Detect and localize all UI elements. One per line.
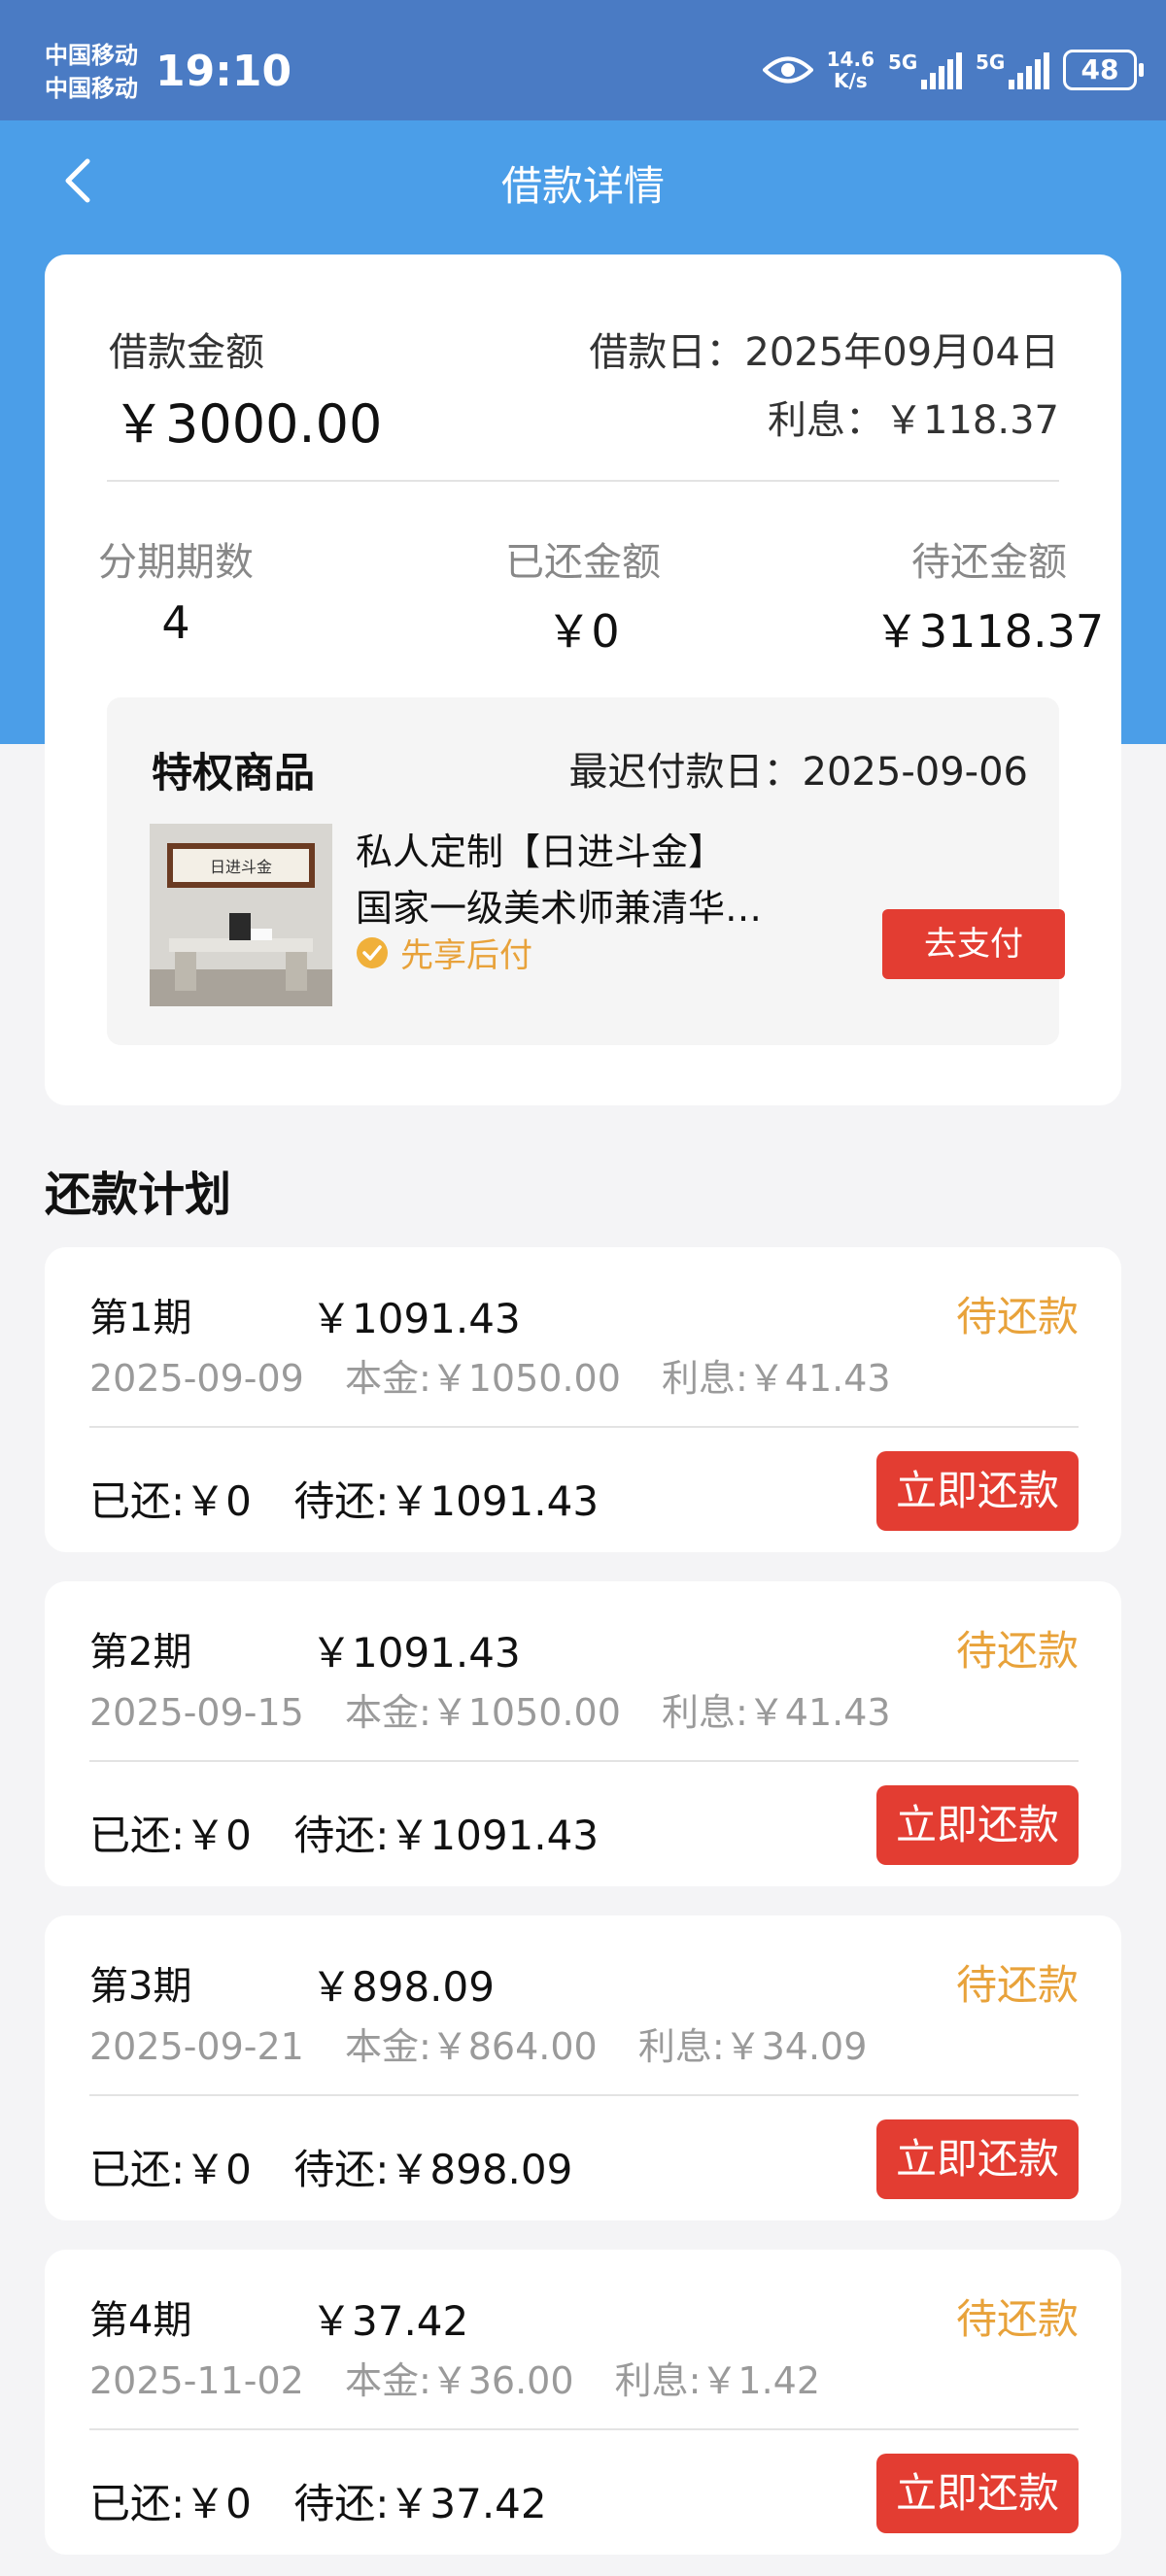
verified-check-icon — [357, 936, 388, 968]
installments-label: 分期期数 — [98, 540, 254, 585]
installment-details: 2025-09-15 本金:￥1050.00 利息:￥41.43 — [89, 1682, 920, 1736]
paid-amount: 已还:￥0 — [89, 2480, 252, 2527]
loan-date: 借款日：2025年09月04日 — [589, 330, 1059, 375]
status-bar: 中国移动 中国移动 19:10 14.6 K/s 5G 5G 48 — [0, 0, 1166, 120]
card-divider — [89, 2428, 1079, 2430]
nav-bar: 借款详情 — [0, 120, 1166, 241]
interest: 利息:￥34.09 — [637, 2025, 868, 2068]
pay-button[interactable]: 去支付 — [882, 909, 1065, 979]
payment-deadline: 最迟付款日：2025-09-06 — [568, 750, 1028, 795]
installments-value: 4 — [161, 596, 190, 649]
installment-amount: ￥1091.43 — [311, 1629, 521, 1677]
signal-1-icon: 5G — [888, 51, 962, 89]
product-name-line-1: 私人定制【日进斗金】 — [356, 830, 726, 873]
principal: 本金:￥36.00 — [344, 2359, 574, 2402]
due-date: 2025-09-09 — [89, 1357, 304, 1400]
due-date: 2025-11-02 — [89, 2359, 304, 2402]
repayment-progress: 已还:￥0 待还:￥898.09 — [89, 2137, 601, 2196]
repay-now-button[interactable]: 立即还款 — [876, 1451, 1079, 1531]
page-title: 借款详情 — [500, 162, 665, 210]
card-divider — [89, 1426, 1079, 1428]
summary-divider — [107, 480, 1059, 482]
battery-icon: 48 — [1063, 50, 1144, 90]
principal: 本金:￥864.00 — [344, 2025, 598, 2068]
product-image-caption: 日进斗金 — [210, 858, 272, 876]
pending-amount: 待还:￥1091.43 — [293, 1477, 600, 1525]
pending-label: 待还金额 — [911, 540, 1067, 585]
product-image[interactable]: 日进斗金 — [150, 824, 332, 1006]
installment-card-1: 第1期 ￥1091.43 待还款 2025-09-09 本金:￥1050.00 … — [45, 1247, 1121, 1552]
clock: 19:10 — [155, 47, 292, 96]
network-speed: 14.6 K/s — [826, 48, 874, 92]
card-divider — [89, 1760, 1079, 1762]
repay-now-button[interactable]: 立即还款 — [876, 2454, 1079, 2533]
installment-details: 2025-09-21 本金:￥864.00 利息:￥34.09 — [89, 2017, 896, 2070]
interest: 利息:￥41.43 — [661, 1691, 891, 1734]
repayment-progress: 已还:￥0 待还:￥1091.43 — [89, 1469, 628, 1528]
installment-number: 第1期 — [89, 1296, 192, 1340]
pending-value: ￥3118.37 — [874, 605, 1105, 658]
status-badge: 待还款 — [955, 2295, 1079, 2343]
status-badge: 待还款 — [955, 1293, 1079, 1340]
installment-number: 第4期 — [89, 2298, 192, 2343]
repayment-progress: 已还:￥0 待还:￥37.42 — [89, 2471, 576, 2530]
signal-2-icon: 5G — [976, 51, 1049, 89]
carrier-1: 中国移动 — [45, 42, 138, 69]
paid-value: ￥0 — [546, 605, 620, 658]
status-icons: 14.6 K/s 5G 5G 48 — [762, 48, 1144, 92]
pending-amount: 待还:￥898.09 — [293, 2146, 573, 2193]
total-interest: 利息：￥118.37 — [768, 398, 1059, 443]
repayment-progress: 已还:￥0 待还:￥1091.43 — [89, 1803, 628, 1862]
loan-summary-card: 借款金额 ￥3000.00 借款日：2025年09月04日 利息：￥118.37… — [45, 254, 1121, 1105]
eye-icon — [762, 56, 813, 84]
bnpl-tag-label: 先享后付 — [400, 936, 532, 975]
pending-amount: 待还:￥37.42 — [293, 2480, 547, 2527]
carrier-2: 中国移动 — [45, 75, 138, 102]
repay-now-button[interactable]: 立即还款 — [876, 1785, 1079, 1865]
installment-details: 2025-09-09 本金:￥1050.00 利息:￥41.43 — [89, 1348, 920, 1402]
card-divider — [89, 2094, 1079, 2096]
loan-amount: ￥3000.00 — [113, 393, 383, 455]
due-date: 2025-09-21 — [89, 2025, 304, 2068]
pending-amount: 待还:￥1091.43 — [293, 1812, 600, 1859]
paid-label: 已还金额 — [505, 540, 661, 585]
repayment-plan-title: 还款计划 — [45, 1168, 232, 1222]
installment-amount: ￥1091.43 — [311, 1295, 521, 1342]
privilege-product-box: 特权商品 最迟付款日：2025-09-06 日进斗金 私人定制【日进斗金】 国家… — [107, 697, 1065, 1045]
repay-now-button[interactable]: 立即还款 — [876, 2119, 1079, 2199]
installment-amount: ￥898.09 — [311, 1963, 495, 2011]
principal: 本金:￥1050.00 — [344, 1691, 621, 1734]
installment-card-2: 第2期 ￥1091.43 待还款 2025-09-15 本金:￥1050.00 … — [45, 1581, 1121, 1886]
product-name[interactable]: 私人定制【日进斗金】 国家一级美术师兼清华美院书法家 — [356, 824, 793, 936]
installment-number: 第3期 — [89, 1964, 192, 2009]
installment-card-4: 第4期 ￥37.42 待还款 2025-11-02 本金:￥36.00 利息:￥… — [45, 2250, 1121, 2555]
interest: 利息:￥1.42 — [614, 2359, 821, 2402]
installment-details: 2025-11-02 本金:￥36.00 利息:￥1.42 — [89, 2351, 849, 2404]
installment-number: 第2期 — [89, 1630, 192, 1675]
interest: 利息:￥41.43 — [661, 1357, 891, 1400]
installment-card-3: 第3期 ￥898.09 待还款 2025-09-21 本金:￥864.00 利息… — [45, 1915, 1121, 2220]
paid-amount: 已还:￥0 — [89, 1477, 252, 1525]
bnpl-tag: 先享后付 — [356, 929, 532, 976]
paid-amount: 已还:￥0 — [89, 1812, 252, 1859]
status-badge: 待还款 — [955, 1627, 1079, 1675]
due-date: 2025-09-15 — [89, 1691, 304, 1734]
amount-label: 借款金额 — [109, 330, 264, 375]
status-badge: 待还款 — [955, 1961, 1079, 2009]
paid-amount: 已还:￥0 — [89, 2146, 252, 2193]
installment-amount: ￥37.42 — [311, 2297, 469, 2345]
carrier-labels: 中国移动 中国移动 — [45, 39, 138, 105]
principal: 本金:￥1050.00 — [344, 1357, 621, 1400]
privilege-title: 特权商品 — [152, 749, 316, 797]
